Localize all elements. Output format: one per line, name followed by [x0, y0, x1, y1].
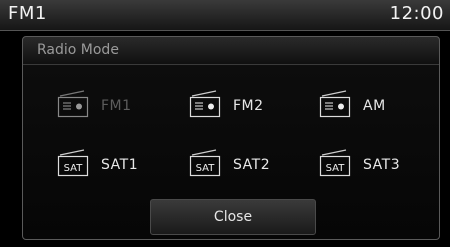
mode-label: SAT3: [363, 157, 401, 173]
title-divider: [23, 64, 439, 65]
dialog-title: Radio Mode: [37, 42, 119, 58]
mode-label: AM: [363, 98, 386, 114]
mode-label: SAT1: [101, 157, 139, 173]
mode-button-sat1[interactable]: SAT SAT1: [57, 146, 177, 182]
mode-button-sat3[interactable]: SAT SAT3: [319, 146, 439, 182]
radio-icon: [189, 90, 221, 118]
sat-icon-text: SAT: [64, 163, 84, 174]
close-button[interactable]: Close: [150, 199, 316, 235]
sat-radio-icon: SAT: [57, 149, 89, 177]
sat-radio-icon: SAT: [319, 149, 351, 177]
mode-button-fm2[interactable]: FM2: [189, 87, 309, 123]
radio-icon: [57, 90, 89, 118]
radio-mode-dialog: Radio Mode FM1 FM2 AM SAT SAT1 SAT SAT2 …: [22, 36, 440, 240]
sat-icon-text: SAT: [196, 163, 216, 174]
status-bar: FM1 12:00: [0, 0, 450, 31]
mode-label: FM1: [101, 98, 132, 114]
sat-icon-text: SAT: [326, 163, 346, 174]
mode-button-sat2[interactable]: SAT SAT2: [189, 146, 309, 182]
radio-icon: [319, 90, 351, 118]
sat-radio-icon: SAT: [189, 149, 221, 177]
mode-label: FM2: [233, 98, 264, 114]
close-button-label: Close: [213, 209, 253, 225]
mode-button-fm1[interactable]: FM1: [57, 87, 177, 123]
radio-mode-screen: FM1 12:00 Radio Mode FM1 FM2 AM SAT SAT1…: [0, 0, 450, 247]
clock: 12:00: [389, 3, 444, 24]
current-station: FM1: [8, 3, 47, 24]
mode-label: SAT2: [233, 157, 271, 173]
mode-button-am[interactable]: AM: [319, 87, 439, 123]
